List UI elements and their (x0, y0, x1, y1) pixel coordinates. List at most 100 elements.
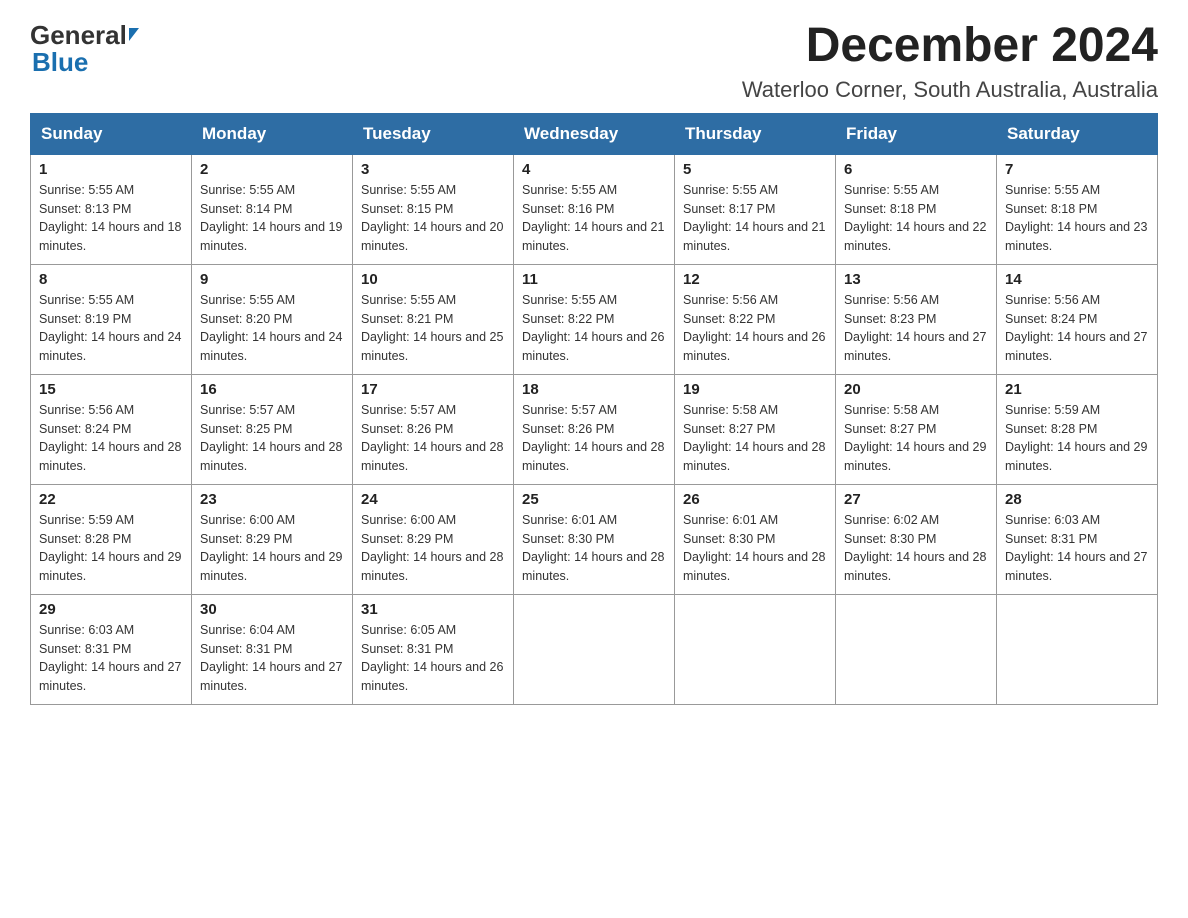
day-info: Sunrise: 6:02 AMSunset: 8:30 PMDaylight:… (844, 511, 988, 586)
table-row (514, 594, 675, 704)
table-row: 1 Sunrise: 5:55 AMSunset: 8:13 PMDayligh… (31, 154, 192, 264)
day-info: Sunrise: 6:00 AMSunset: 8:29 PMDaylight:… (200, 511, 344, 586)
table-row: 9 Sunrise: 5:55 AMSunset: 8:20 PMDayligh… (192, 264, 353, 374)
day-number: 9 (200, 271, 344, 288)
table-row: 14 Sunrise: 5:56 AMSunset: 8:24 PMDaylig… (997, 264, 1158, 374)
day-info: Sunrise: 5:57 AMSunset: 8:25 PMDaylight:… (200, 401, 344, 476)
table-row: 11 Sunrise: 5:55 AMSunset: 8:22 PMDaylig… (514, 264, 675, 374)
day-number: 15 (39, 381, 183, 398)
day-number: 2 (200, 161, 344, 178)
day-info: Sunrise: 5:55 AMSunset: 8:16 PMDaylight:… (522, 181, 666, 256)
logo-arrow-icon (129, 28, 139, 41)
table-row (675, 594, 836, 704)
day-number: 7 (1005, 161, 1149, 178)
day-number: 29 (39, 601, 183, 618)
table-row: 18 Sunrise: 5:57 AMSunset: 8:26 PMDaylig… (514, 374, 675, 484)
table-row: 17 Sunrise: 5:57 AMSunset: 8:26 PMDaylig… (353, 374, 514, 484)
month-title: December 2024 (742, 20, 1158, 73)
calendar-week-row: 8 Sunrise: 5:55 AMSunset: 8:19 PMDayligh… (31, 264, 1158, 374)
table-row: 21 Sunrise: 5:59 AMSunset: 8:28 PMDaylig… (997, 374, 1158, 484)
day-number: 21 (1005, 381, 1149, 398)
day-info: Sunrise: 6:05 AMSunset: 8:31 PMDaylight:… (361, 621, 505, 696)
day-info: Sunrise: 5:55 AMSunset: 8:22 PMDaylight:… (522, 291, 666, 366)
table-row: 25 Sunrise: 6:01 AMSunset: 8:30 PMDaylig… (514, 484, 675, 594)
day-number: 24 (361, 491, 505, 508)
day-info: Sunrise: 6:01 AMSunset: 8:30 PMDaylight:… (522, 511, 666, 586)
day-info: Sunrise: 6:04 AMSunset: 8:31 PMDaylight:… (200, 621, 344, 696)
day-number: 28 (1005, 491, 1149, 508)
day-info: Sunrise: 6:01 AMSunset: 8:30 PMDaylight:… (683, 511, 827, 586)
table-row: 29 Sunrise: 6:03 AMSunset: 8:31 PMDaylig… (31, 594, 192, 704)
table-row: 20 Sunrise: 5:58 AMSunset: 8:27 PMDaylig… (836, 374, 997, 484)
day-number: 17 (361, 381, 505, 398)
col-wednesday: Wednesday (514, 113, 675, 154)
header: General Blue December 2024 Waterloo Corn… (30, 20, 1158, 103)
logo: General Blue (30, 20, 139, 78)
calendar-week-row: 29 Sunrise: 6:03 AMSunset: 8:31 PMDaylig… (31, 594, 1158, 704)
day-number: 12 (683, 271, 827, 288)
day-info: Sunrise: 5:59 AMSunset: 8:28 PMDaylight:… (39, 511, 183, 586)
table-row: 3 Sunrise: 5:55 AMSunset: 8:15 PMDayligh… (353, 154, 514, 264)
col-sunday: Sunday (31, 113, 192, 154)
day-info: Sunrise: 6:00 AMSunset: 8:29 PMDaylight:… (361, 511, 505, 586)
day-info: Sunrise: 5:56 AMSunset: 8:23 PMDaylight:… (844, 291, 988, 366)
col-tuesday: Tuesday (353, 113, 514, 154)
day-info: Sunrise: 5:57 AMSunset: 8:26 PMDaylight:… (522, 401, 666, 476)
day-info: Sunrise: 5:55 AMSunset: 8:15 PMDaylight:… (361, 181, 505, 256)
day-number: 4 (522, 161, 666, 178)
table-row: 30 Sunrise: 6:04 AMSunset: 8:31 PMDaylig… (192, 594, 353, 704)
day-number: 5 (683, 161, 827, 178)
day-number: 25 (522, 491, 666, 508)
day-number: 11 (522, 271, 666, 288)
day-number: 30 (200, 601, 344, 618)
calendar-table: Sunday Monday Tuesday Wednesday Thursday… (30, 113, 1158, 705)
day-number: 14 (1005, 271, 1149, 288)
col-saturday: Saturday (997, 113, 1158, 154)
day-info: Sunrise: 5:55 AMSunset: 8:18 PMDaylight:… (1005, 181, 1149, 256)
day-number: 19 (683, 381, 827, 398)
calendar-header-row: Sunday Monday Tuesday Wednesday Thursday… (31, 113, 1158, 154)
day-info: Sunrise: 5:55 AMSunset: 8:20 PMDaylight:… (200, 291, 344, 366)
table-row: 12 Sunrise: 5:56 AMSunset: 8:22 PMDaylig… (675, 264, 836, 374)
table-row: 27 Sunrise: 6:02 AMSunset: 8:30 PMDaylig… (836, 484, 997, 594)
day-info: Sunrise: 5:55 AMSunset: 8:13 PMDaylight:… (39, 181, 183, 256)
table-row: 22 Sunrise: 5:59 AMSunset: 8:28 PMDaylig… (31, 484, 192, 594)
table-row: 19 Sunrise: 5:58 AMSunset: 8:27 PMDaylig… (675, 374, 836, 484)
day-number: 31 (361, 601, 505, 618)
col-thursday: Thursday (675, 113, 836, 154)
table-row: 15 Sunrise: 5:56 AMSunset: 8:24 PMDaylig… (31, 374, 192, 484)
day-number: 6 (844, 161, 988, 178)
table-row: 7 Sunrise: 5:55 AMSunset: 8:18 PMDayligh… (997, 154, 1158, 264)
day-info: Sunrise: 5:55 AMSunset: 8:21 PMDaylight:… (361, 291, 505, 366)
table-row: 10 Sunrise: 5:55 AMSunset: 8:21 PMDaylig… (353, 264, 514, 374)
table-row: 28 Sunrise: 6:03 AMSunset: 8:31 PMDaylig… (997, 484, 1158, 594)
calendar-week-row: 22 Sunrise: 5:59 AMSunset: 8:28 PMDaylig… (31, 484, 1158, 594)
table-row: 16 Sunrise: 5:57 AMSunset: 8:25 PMDaylig… (192, 374, 353, 484)
day-info: Sunrise: 5:58 AMSunset: 8:27 PMDaylight:… (844, 401, 988, 476)
calendar-week-row: 1 Sunrise: 5:55 AMSunset: 8:13 PMDayligh… (31, 154, 1158, 264)
col-monday: Monday (192, 113, 353, 154)
table-row (997, 594, 1158, 704)
day-info: Sunrise: 5:58 AMSunset: 8:27 PMDaylight:… (683, 401, 827, 476)
day-info: Sunrise: 5:56 AMSunset: 8:24 PMDaylight:… (1005, 291, 1149, 366)
table-row: 23 Sunrise: 6:00 AMSunset: 8:29 PMDaylig… (192, 484, 353, 594)
table-row: 5 Sunrise: 5:55 AMSunset: 8:17 PMDayligh… (675, 154, 836, 264)
table-row: 26 Sunrise: 6:01 AMSunset: 8:30 PMDaylig… (675, 484, 836, 594)
day-number: 20 (844, 381, 988, 398)
day-info: Sunrise: 5:55 AMSunset: 8:14 PMDaylight:… (200, 181, 344, 256)
day-info: Sunrise: 5:55 AMSunset: 8:19 PMDaylight:… (39, 291, 183, 366)
table-row: 6 Sunrise: 5:55 AMSunset: 8:18 PMDayligh… (836, 154, 997, 264)
title-area: December 2024 Waterloo Corner, South Aus… (742, 20, 1158, 103)
day-number: 23 (200, 491, 344, 508)
table-row: 8 Sunrise: 5:55 AMSunset: 8:19 PMDayligh… (31, 264, 192, 374)
calendar-body: 1 Sunrise: 5:55 AMSunset: 8:13 PMDayligh… (31, 154, 1158, 704)
day-number: 8 (39, 271, 183, 288)
table-row: 13 Sunrise: 5:56 AMSunset: 8:23 PMDaylig… (836, 264, 997, 374)
day-info: Sunrise: 5:59 AMSunset: 8:28 PMDaylight:… (1005, 401, 1149, 476)
day-info: Sunrise: 5:56 AMSunset: 8:24 PMDaylight:… (39, 401, 183, 476)
location-title: Waterloo Corner, South Australia, Austra… (742, 77, 1158, 103)
table-row: 4 Sunrise: 5:55 AMSunset: 8:16 PMDayligh… (514, 154, 675, 264)
day-info: Sunrise: 6:03 AMSunset: 8:31 PMDaylight:… (39, 621, 183, 696)
day-number: 27 (844, 491, 988, 508)
table-row: 31 Sunrise: 6:05 AMSunset: 8:31 PMDaylig… (353, 594, 514, 704)
